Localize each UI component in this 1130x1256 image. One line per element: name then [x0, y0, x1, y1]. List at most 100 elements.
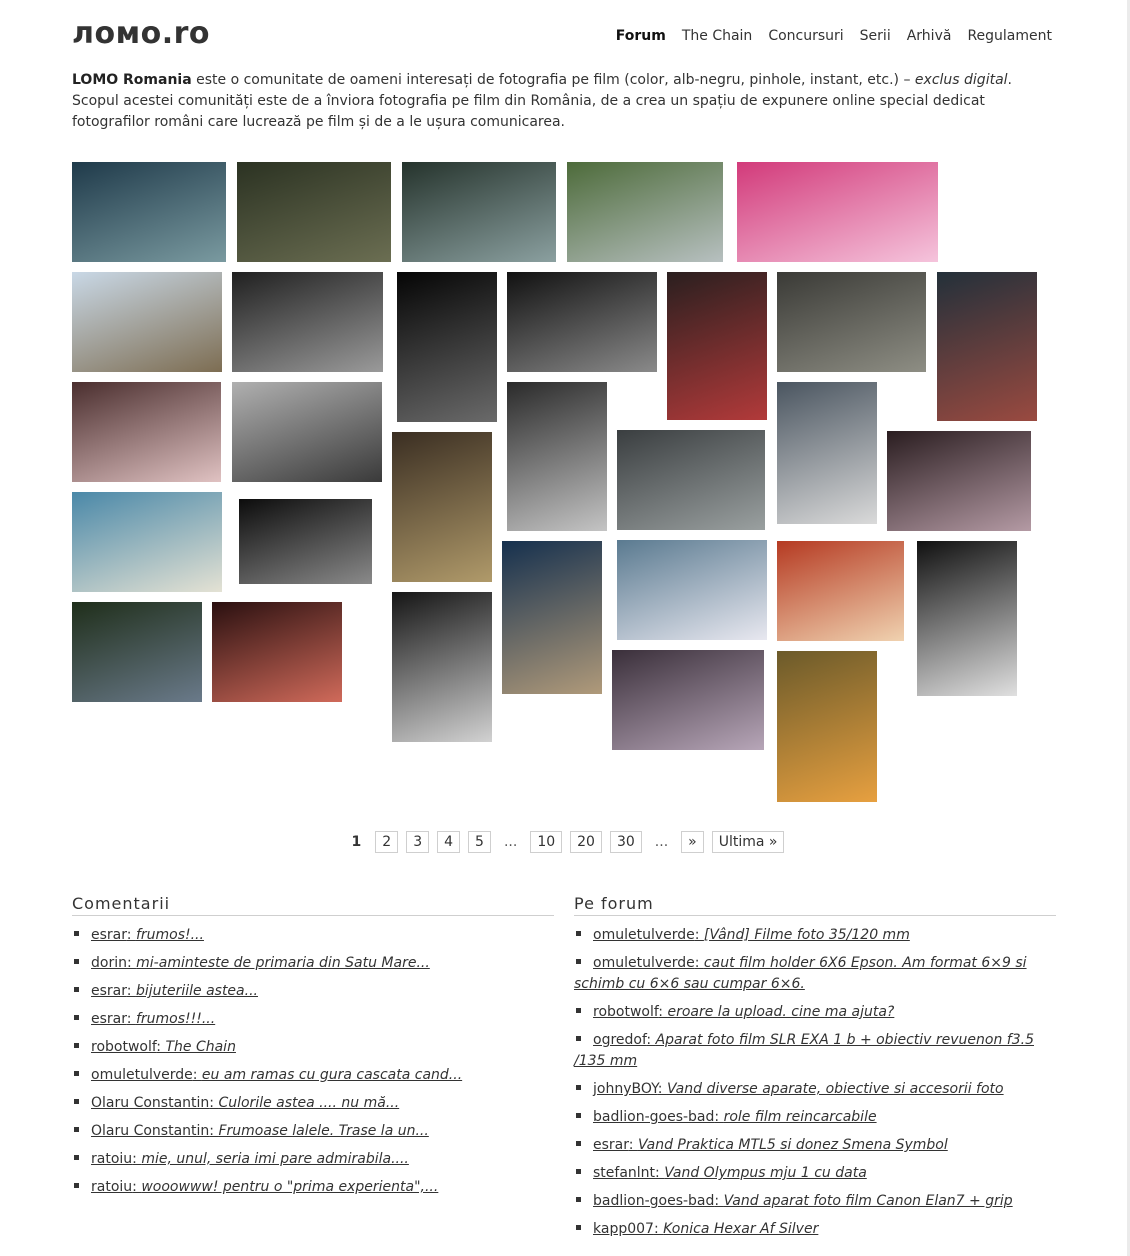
- comment-item[interactable]: esrar: frumos!...: [72, 925, 554, 946]
- nav-regulament[interactable]: Regulament: [967, 28, 1052, 44]
- comment-text[interactable]: The Chain: [165, 1039, 235, 1055]
- comment-text[interactable]: mie, unul, seria imi pare admirabila....: [141, 1151, 409, 1167]
- photo-thumbnail[interactable]: [232, 382, 382, 482]
- comment-item[interactable]: ratoiu: mie, unul, seria imi pare admira…: [72, 1149, 554, 1170]
- comment-author[interactable]: ratoiu: [91, 1179, 132, 1195]
- forum-author[interactable]: stefanlnt: [593, 1165, 655, 1181]
- last-page-button[interactable]: Ultima »: [711, 831, 785, 853]
- photo-thumbnail[interactable]: [937, 272, 1037, 421]
- photo-thumbnail[interactable]: [887, 431, 1031, 531]
- forum-topic[interactable]: eroare la upload. cine ma ajuta?: [667, 1004, 894, 1020]
- page-link[interactable]: 2: [375, 831, 399, 853]
- photo-thumbnail[interactable]: [72, 382, 221, 482]
- page-link[interactable]: 4: [437, 831, 461, 853]
- forum-item[interactable]: kapp007: Konica Hexar Af Silver: [574, 1219, 1056, 1240]
- photo-thumbnail[interactable]: [392, 432, 492, 582]
- photo-thumbnail[interactable]: [239, 499, 372, 584]
- forum-item[interactable]: badlion-goes-bad: Vand aparat foto film …: [574, 1191, 1056, 1212]
- comment-author[interactable]: robotwolf: [91, 1039, 156, 1055]
- page-link[interactable]: 10: [530, 831, 563, 853]
- comment-item[interactable]: esrar: bijuteriile astea...: [72, 981, 554, 1002]
- next-page-button[interactable]: »: [681, 831, 704, 853]
- forum-item[interactable]: esrar: Vand Praktica MTL5 si donez Smena…: [574, 1135, 1056, 1156]
- photo-thumbnail[interactable]: [777, 541, 904, 641]
- photo-thumbnail[interactable]: [507, 272, 657, 372]
- photo-thumbnail[interactable]: [212, 602, 342, 702]
- nav-forum[interactable]: Forum: [616, 28, 666, 44]
- comment-author[interactable]: esrar: [91, 983, 127, 999]
- forum-topic[interactable]: role film reincarcabile: [724, 1109, 877, 1125]
- photo-thumbnail[interactable]: [917, 541, 1017, 696]
- page-link[interactable]: 20: [570, 831, 602, 853]
- photo-thumbnail[interactable]: [72, 492, 222, 592]
- nav-arhiva[interactable]: Arhivă: [907, 28, 952, 44]
- comment-item[interactable]: robotwolf: The Chain: [72, 1037, 554, 1058]
- photo-thumbnail[interactable]: [502, 541, 602, 694]
- photo-thumbnail[interactable]: [612, 650, 764, 750]
- photo-thumbnail[interactable]: [567, 162, 723, 262]
- comment-author[interactable]: dorin: [91, 955, 127, 971]
- photo-thumbnail[interactable]: [237, 162, 391, 262]
- comment-text[interactable]: eu am ramas cu gura cascata cand...: [202, 1067, 462, 1083]
- comment-text[interactable]: wooowww! pentru o "prima experienta",...: [141, 1179, 438, 1195]
- forum-item[interactable]: ogredof: Aparat foto film SLR EXA 1 b + …: [574, 1030, 1056, 1072]
- forum-item[interactable]: badlion-goes-bad: role film reincarcabil…: [574, 1107, 1056, 1128]
- photo-thumbnail[interactable]: [232, 272, 383, 372]
- comment-item[interactable]: omuletulverde: eu am ramas cu gura casca…: [72, 1065, 554, 1086]
- comment-item[interactable]: Olaru Constantin: Frumoase lalele. Trase…: [72, 1121, 554, 1142]
- forum-item[interactable]: omuletulverde: caut film holder 6X6 Epso…: [574, 953, 1056, 995]
- photo-thumbnail[interactable]: [392, 592, 492, 742]
- comment-item[interactable]: Olaru Constantin: Culorile astea .... nu…: [72, 1093, 554, 1114]
- comment-text[interactable]: Culorile astea .... nu mă...: [218, 1095, 399, 1111]
- comment-author[interactable]: esrar: [91, 927, 127, 943]
- photo-thumbnail[interactable]: [617, 430, 765, 530]
- photo-thumbnail[interactable]: [507, 382, 607, 531]
- photo-thumbnail[interactable]: [737, 162, 938, 262]
- forum-author[interactable]: robotwolf: [593, 1004, 658, 1020]
- photo-thumbnail[interactable]: [777, 382, 877, 524]
- nav-serii[interactable]: Serii: [860, 28, 891, 44]
- nav-concursuri[interactable]: Concursuri: [768, 28, 843, 44]
- comment-text[interactable]: bijuteriile astea...: [136, 983, 258, 999]
- nav-the-chain[interactable]: The Chain: [682, 28, 752, 44]
- forum-item[interactable]: omuletulverde: [Vând] Filme foto 35/120 …: [574, 925, 1056, 946]
- forum-topic[interactable]: Konica Hexar Af Silver: [663, 1221, 818, 1237]
- forum-topic[interactable]: Vand Praktica MTL5 si donez Smena Symbol: [638, 1137, 948, 1153]
- forum-item[interactable]: robotwolf: eroare la upload. cine ma aju…: [574, 1002, 1056, 1023]
- forum-topic[interactable]: Vand Olympus mju 1 cu data: [664, 1165, 867, 1181]
- forum-author[interactable]: omuletulverde: [593, 955, 695, 971]
- comment-author[interactable]: ratoiu: [91, 1151, 132, 1167]
- forum-topic[interactable]: Vand diverse aparate, obiective si acces…: [667, 1081, 1004, 1097]
- comment-author[interactable]: esrar: [91, 1011, 127, 1027]
- comment-text[interactable]: mi-aminteste de primaria din Satu Mare..…: [136, 955, 430, 971]
- photo-thumbnail[interactable]: [667, 272, 767, 420]
- photo-thumbnail[interactable]: [72, 162, 226, 262]
- comment-item[interactable]: dorin: mi-aminteste de primaria din Satu…: [72, 953, 554, 974]
- photo-thumbnail[interactable]: [397, 272, 497, 422]
- photo-thumbnail[interactable]: [777, 272, 926, 372]
- comment-author[interactable]: Olaru Constantin: [91, 1123, 209, 1139]
- page-link[interactable]: 3: [406, 831, 430, 853]
- photo-thumbnail[interactable]: [72, 602, 202, 702]
- forum-author[interactable]: kapp007: [593, 1221, 654, 1237]
- photo-thumbnail[interactable]: [402, 162, 556, 262]
- page-link[interactable]: 5: [468, 831, 491, 853]
- forum-topic[interactable]: [Vând] Filme foto 35/120 mm: [704, 927, 910, 943]
- forum-author[interactable]: johnyBOY: [593, 1081, 658, 1097]
- comment-item[interactable]: ratoiu: wooowww! pentru o "prima experie…: [72, 1177, 554, 1198]
- site-logo[interactable]: ломо.ro: [72, 16, 210, 51]
- comment-text[interactable]: frumos!...: [136, 927, 204, 943]
- forum-author[interactable]: badlion-goes-bad: [593, 1109, 714, 1125]
- comment-author[interactable]: omuletulverde: [91, 1067, 193, 1083]
- comment-text[interactable]: Frumoase lalele. Trase la un...: [218, 1123, 428, 1139]
- forum-author[interactable]: badlion-goes-bad: [593, 1193, 714, 1209]
- comment-item[interactable]: esrar: frumos!!!...: [72, 1009, 554, 1030]
- photo-thumbnail[interactable]: [777, 651, 877, 802]
- forum-topic[interactable]: Vand aparat foto film Canon Elan7 + grip: [724, 1193, 1013, 1209]
- photo-thumbnail[interactable]: [617, 540, 767, 640]
- photo-thumbnail[interactable]: [72, 272, 222, 372]
- forum-author[interactable]: ogredof: [593, 1032, 646, 1048]
- forum-item[interactable]: johnyBOY: Vand diverse aparate, obiectiv…: [574, 1079, 1056, 1100]
- forum-author[interactable]: esrar: [593, 1137, 629, 1153]
- page-link[interactable]: 30: [609, 831, 642, 853]
